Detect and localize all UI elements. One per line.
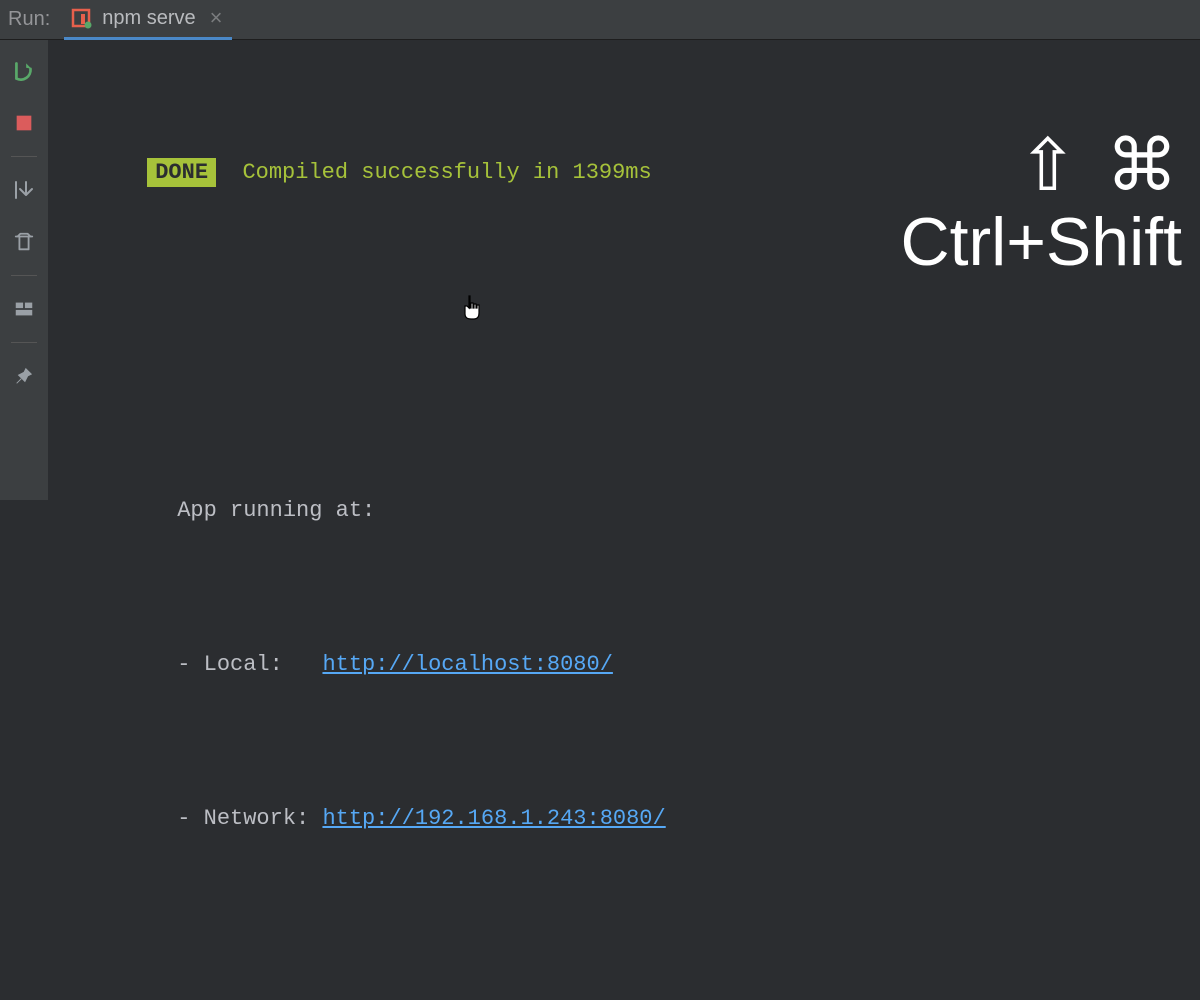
run-tab-bar: Run: npm serve × — [0, 0, 1200, 40]
stop-button[interactable] — [11, 110, 37, 136]
app-running-heading: App running at: — [177, 498, 375, 523]
scroll-to-end-button[interactable] — [11, 177, 37, 203]
gutter-divider-2 — [11, 275, 37, 276]
local-bullet: - Local: — [177, 652, 322, 677]
done-badge: DONE — [147, 158, 216, 187]
run-tab[interactable]: npm serve × — [64, 0, 232, 40]
network-bullet: - Network: — [177, 806, 322, 831]
tab-title: npm serve — [102, 7, 195, 30]
gutter-divider — [11, 156, 37, 157]
compiled-message: Compiled successfully in 1399ms — [242, 160, 651, 185]
run-gutter — [0, 40, 48, 500]
npm-icon — [70, 7, 92, 29]
local-url-link[interactable]: http://localhost:8080/ — [322, 652, 612, 677]
network-url-link[interactable]: http://192.168.1.243:8080/ — [322, 806, 665, 831]
layout-button[interactable] — [11, 296, 37, 322]
delete-button[interactable] — [11, 229, 37, 255]
run-label: Run: — [8, 8, 50, 31]
gutter-divider-3 — [11, 342, 37, 343]
rerun-button[interactable] — [11, 58, 37, 84]
console-output[interactable]: DONE Compiled successfully in 1399ms App… — [48, 40, 1200, 500]
pin-button[interactable] — [11, 363, 37, 389]
close-icon[interactable]: × — [210, 7, 223, 29]
